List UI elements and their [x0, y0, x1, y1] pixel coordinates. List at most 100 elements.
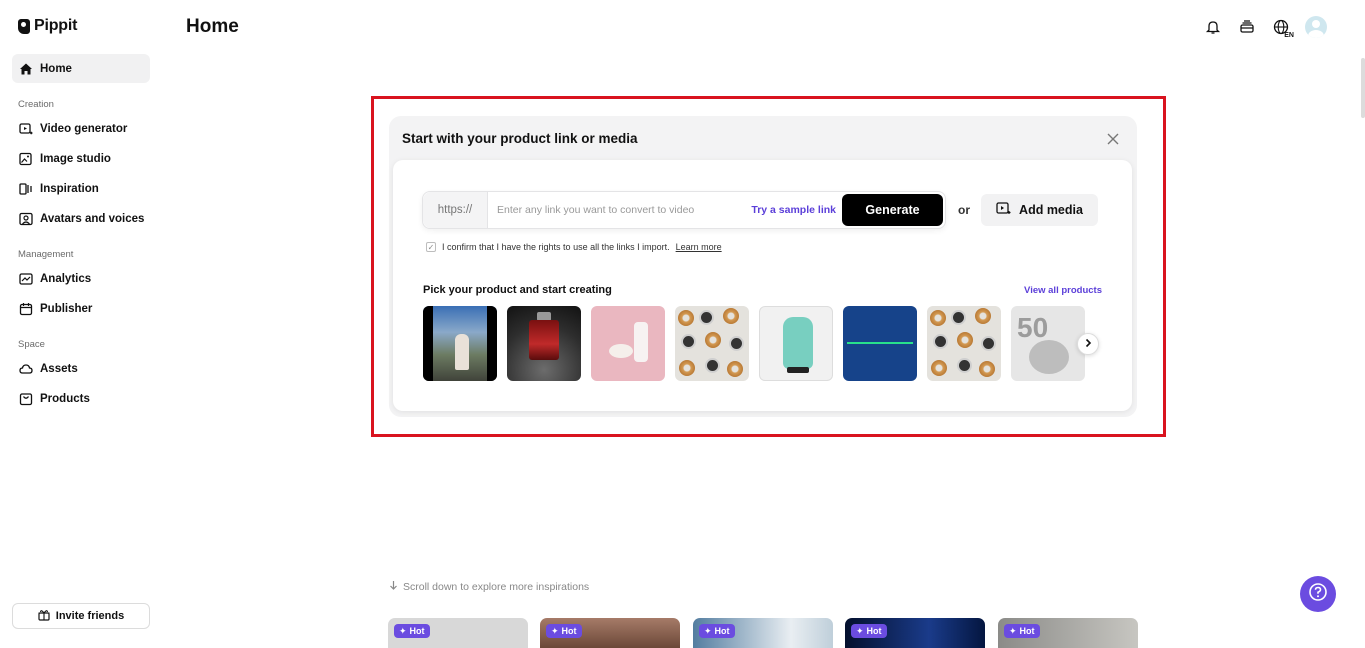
sidebar-item-home[interactable]: Home: [12, 54, 150, 83]
hot-badge: ✦ Hot: [1004, 624, 1040, 638]
thumbnail-text: 50: [1017, 312, 1049, 343]
help-button[interactable]: [1300, 576, 1336, 612]
add-media-button[interactable]: Add media: [981, 194, 1098, 226]
sparkle-icon: ✦: [1009, 625, 1017, 636]
or-separator: or: [958, 203, 970, 217]
invite-friends-label: Invite friends: [55, 610, 125, 622]
hot-label: Hot: [409, 626, 425, 636]
rights-confirmation: ✓ I confirm that I have the rights to us…: [426, 242, 722, 252]
product-thumbnail[interactable]: [591, 306, 665, 381]
sidebar-item-products[interactable]: Products: [12, 384, 150, 413]
close-icon[interactable]: [1106, 132, 1120, 146]
hot-label: Hot: [561, 626, 577, 636]
app-logo[interactable]: Pippit: [18, 17, 77, 35]
hot-badge: ✦ Hot: [851, 624, 887, 638]
sidebar-item-label: Products: [40, 392, 90, 405]
hot-badge: ✦ Hot: [546, 624, 582, 638]
product-thumbnail[interactable]: [675, 306, 749, 381]
header-actions: EN: [1203, 16, 1327, 39]
section-label-creation: Creation: [18, 99, 54, 110]
scroll-hint: Scroll down to explore more inspirations: [389, 580, 589, 593]
hot-label: Hot: [1019, 626, 1035, 636]
sidebar-item-analytics[interactable]: Analytics: [12, 264, 150, 293]
invite-friends-button[interactable]: Invite friends: [12, 603, 150, 629]
notification-bell-icon[interactable]: [1203, 17, 1223, 37]
chevron-right-icon: [1083, 335, 1093, 353]
page-scrollbar[interactable]: [1361, 58, 1365, 118]
learn-more-link[interactable]: Learn more: [676, 242, 722, 252]
language-globe-icon[interactable]: EN: [1271, 17, 1294, 39]
inspiration-card[interactable]: ✦ Hot: [845, 618, 985, 648]
product-link-card: Start with your product link or media ht…: [389, 116, 1137, 417]
product-thumbnail[interactable]: [759, 306, 833, 381]
home-icon: [19, 62, 33, 76]
app-name: Pippit: [34, 17, 78, 34]
image-edit-icon: [19, 152, 33, 166]
sidebar-item-label: Analytics: [40, 272, 92, 285]
sparkle-icon: ✦: [856, 625, 864, 636]
inspiration-card[interactable]: ✦ Hot: [540, 618, 680, 648]
section-label-space: Space: [18, 339, 45, 350]
cloud-icon: [19, 362, 33, 376]
sidebar-item-assets[interactable]: Assets: [12, 354, 150, 383]
hot-label: Hot: [866, 626, 882, 636]
sidebar-item-video-generator[interactable]: Video generator: [12, 114, 150, 143]
calendar-icon: [19, 302, 33, 316]
sidebar-item-label: Image studio: [40, 152, 111, 165]
view-all-products-link[interactable]: View all products: [1024, 285, 1102, 296]
credits-stack-icon[interactable]: [1237, 17, 1257, 37]
product-thumbnail[interactable]: 50: [1011, 306, 1085, 381]
try-sample-link[interactable]: Try a sample link: [751, 204, 836, 216]
confirm-text: I confirm that I have the rights to use …: [442, 242, 670, 252]
sidebar-item-label: Video generator: [40, 122, 128, 135]
pick-product-title: Pick your product and start creating: [423, 284, 612, 296]
sidebar-item-image-studio[interactable]: Image studio: [12, 144, 150, 173]
sidebar-item-inspiration[interactable]: Inspiration: [12, 174, 150, 203]
link-prefix: https://: [423, 192, 488, 228]
avatar-icon: [19, 212, 33, 226]
carousel-next-button[interactable]: [1077, 333, 1099, 355]
card-title: Start with your product link or media: [402, 131, 638, 146]
sidebar-item-avatars-and-voices[interactable]: Avatars and voices: [12, 204, 150, 233]
card-body: https:// Try a sample link Generate or A…: [393, 160, 1132, 411]
inspiration-card[interactable]: ✦ Hot: [388, 618, 528, 648]
sparkle-icon: ✦: [551, 625, 559, 636]
rights-checkbox[interactable]: ✓: [426, 242, 436, 252]
gift-icon: [38, 609, 50, 624]
sidebar-item-label: Publisher: [40, 302, 93, 315]
product-carousel: 50: [423, 306, 1086, 381]
product-thumbnail[interactable]: [507, 306, 581, 381]
hot-badge: ✦ Hot: [394, 624, 430, 638]
bag-icon: [19, 392, 33, 406]
product-thumbnail[interactable]: [423, 306, 497, 381]
inspiration-card[interactable]: ✦ Hot: [693, 618, 833, 648]
question-mark-icon: [1308, 582, 1328, 607]
video-plus-icon: [19, 122, 33, 136]
sidebar-item-label: Assets: [40, 362, 78, 375]
user-avatar[interactable]: [1305, 16, 1327, 38]
media-plus-icon: [996, 202, 1011, 218]
section-label-management: Management: [18, 249, 74, 260]
generate-button[interactable]: Generate: [842, 194, 943, 226]
sparkle-icon: ✦: [399, 625, 407, 636]
sidebar: Pippit Home Creation Video generator Ima…: [0, 0, 162, 640]
sidebar-item-label: Inspiration: [40, 182, 99, 195]
link-input-bar: https:// Try a sample link Generate: [422, 191, 946, 229]
sidebar-item-publisher[interactable]: Publisher: [12, 294, 150, 323]
product-thumbnail[interactable]: [843, 306, 917, 381]
arrow-down-icon: [389, 580, 398, 593]
sidebar-item-label: Home: [40, 62, 72, 75]
scroll-hint-text: Scroll down to explore more inspirations: [403, 580, 590, 593]
link-input[interactable]: [488, 192, 752, 228]
product-thumbnail[interactable]: [927, 306, 1001, 381]
page-title: Home: [186, 16, 239, 37]
hot-badge: ✦ Hot: [699, 624, 735, 638]
add-media-label: Add media: [1019, 203, 1083, 217]
inspiration-card[interactable]: ✦ Hot: [998, 618, 1138, 648]
hot-label: Hot: [714, 626, 730, 636]
inspiration-icon: [19, 182, 33, 196]
sparkle-icon: ✦: [704, 625, 712, 636]
pippit-logo-icon: [18, 18, 30, 34]
language-code: EN: [1284, 32, 1294, 39]
chart-icon: [19, 272, 33, 286]
